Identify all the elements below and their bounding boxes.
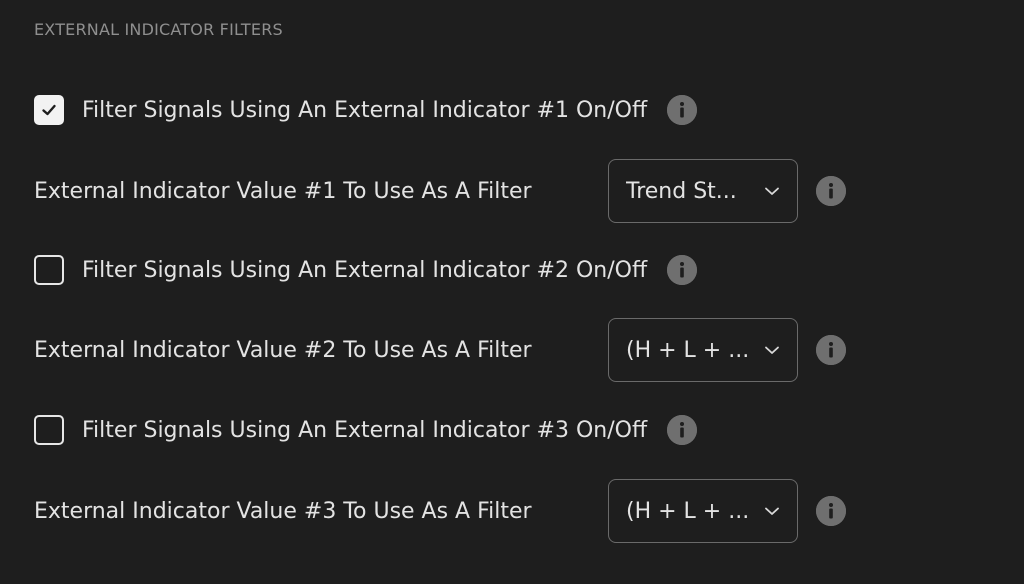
filter-1-value-label: External Indicator Value #1 To Use As A …	[34, 178, 532, 204]
external-indicator-filters-panel: EXTERNAL INDICATOR FILTERS Filter Signal…	[0, 0, 1024, 584]
filter-2-checkbox[interactable]	[34, 255, 64, 285]
filter-1-select-value: Trend St...	[626, 178, 737, 204]
section-title: EXTERNAL INDICATOR FILTERS	[34, 20, 283, 39]
filter-3-checkbox[interactable]	[34, 415, 64, 445]
filter-1-toggle-label: Filter Signals Using An External Indicat…	[82, 97, 648, 123]
info-icon[interactable]	[816, 496, 846, 526]
filter-1-toggle-row: Filter Signals Using An External Indicat…	[34, 95, 698, 125]
filter-3-value-label: External Indicator Value #3 To Use As A …	[34, 498, 532, 524]
filter-1-checkbox[interactable]	[34, 95, 64, 125]
filter-1-value-row: External Indicator Value #1 To Use As A …	[34, 159, 854, 223]
filter-1-value-select[interactable]: Trend St...	[608, 159, 798, 223]
info-icon[interactable]	[816, 335, 846, 365]
filter-3-value-select[interactable]: (H + L + ...	[608, 479, 798, 543]
info-icon[interactable]	[816, 176, 846, 206]
chevron-down-icon	[765, 346, 779, 354]
chevron-down-icon	[765, 507, 779, 515]
filter-2-toggle-label: Filter Signals Using An External Indicat…	[82, 257, 648, 283]
filter-2-value-row: External Indicator Value #2 To Use As A …	[34, 318, 854, 382]
filter-2-value-label: External Indicator Value #2 To Use As A …	[34, 337, 532, 363]
check-icon	[42, 104, 56, 116]
filter-2-toggle-row: Filter Signals Using An External Indicat…	[34, 255, 698, 285]
info-icon[interactable]	[667, 415, 698, 445]
filter-3-toggle-label: Filter Signals Using An External Indicat…	[82, 417, 648, 443]
filter-3-toggle-row: Filter Signals Using An External Indicat…	[34, 415, 698, 445]
filter-3-select-value: (H + L + ...	[626, 498, 750, 524]
filter-3-value-row: External Indicator Value #3 To Use As A …	[34, 479, 854, 543]
chevron-down-icon	[765, 187, 779, 195]
filter-2-select-value: (H + L + ...	[626, 337, 750, 363]
info-icon[interactable]	[667, 255, 698, 285]
info-icon[interactable]	[667, 95, 698, 125]
filter-2-value-select[interactable]: (H + L + ...	[608, 318, 798, 382]
